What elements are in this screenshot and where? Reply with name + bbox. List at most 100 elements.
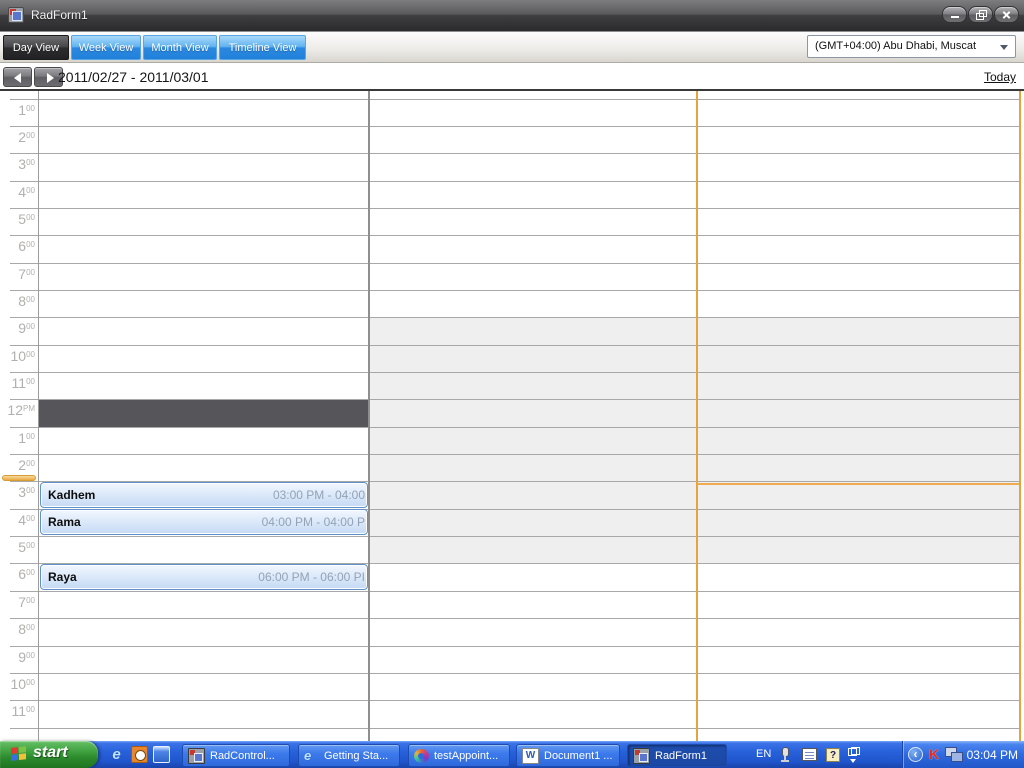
hour-label: 600 bbox=[18, 566, 35, 583]
hour-gridline bbox=[10, 344, 1019, 346]
appointment-title: Rama bbox=[48, 515, 81, 529]
taskbar-task-document1[interactable]: W Document1 ... bbox=[516, 744, 620, 767]
taskbar-clock: 03:04 PM bbox=[966, 748, 1018, 762]
quicklaunch-clock-app-icon[interactable] bbox=[131, 746, 148, 763]
form-icon bbox=[633, 747, 650, 764]
language-indicator[interactable]: EN bbox=[756, 748, 771, 760]
hide-icons-chevron[interactable]: ‹ bbox=[908, 747, 923, 762]
today-column-left-border bbox=[696, 91, 698, 741]
start-label: start bbox=[33, 744, 68, 761]
hour-gridline bbox=[10, 262, 1019, 264]
form-icon bbox=[188, 747, 205, 764]
tab-week-view[interactable]: Week View bbox=[71, 35, 141, 60]
visual-studio-icon bbox=[414, 748, 429, 763]
appointment-time: 03:00 PM - 04:00 bbox=[272, 488, 365, 502]
hour-gridline bbox=[10, 98, 1019, 100]
appointment-title: Kadhem bbox=[48, 488, 96, 502]
handwriting-pad-icon[interactable] bbox=[802, 748, 817, 761]
hour-label: 800 bbox=[18, 292, 35, 309]
hour-gridline bbox=[10, 125, 1019, 127]
hour-label: 200 bbox=[18, 128, 35, 145]
minimize-icon bbox=[951, 16, 959, 18]
offhours-shade-day2 bbox=[370, 317, 696, 563]
appointment-time: 06:00 PM - 06:00 PI bbox=[258, 570, 365, 584]
hour-gridline bbox=[10, 317, 1019, 319]
hour-label: 500 bbox=[18, 210, 35, 227]
hour-label: 600 bbox=[18, 238, 35, 255]
quicklaunch-internet-explorer-icon[interactable]: e bbox=[108, 746, 125, 763]
hour-gridline bbox=[10, 153, 1019, 155]
tab-day-view[interactable]: Day View bbox=[3, 35, 69, 60]
hour-label: 400 bbox=[18, 511, 35, 528]
kaspersky-tray-icon[interactable]: K bbox=[929, 746, 939, 762]
current-time-ruler-marker bbox=[2, 475, 36, 481]
hour-gridline bbox=[10, 618, 1019, 620]
app-window-icon bbox=[8, 7, 24, 23]
window-titlebar: RadForm1 bbox=[0, 0, 1024, 31]
appointment-rama[interactable]: Rama 04:00 PM - 04:00 P bbox=[40, 509, 368, 535]
internet-explorer-icon: e bbox=[304, 747, 312, 763]
word-document-icon: W bbox=[522, 747, 539, 764]
language-bar-restore-icon[interactable] bbox=[848, 747, 860, 763]
taskbar-task-radform1[interactable]: RadForm1 bbox=[627, 744, 727, 767]
today-column-right-border bbox=[1019, 91, 1021, 741]
chevron-down-icon bbox=[850, 759, 856, 763]
hour-gridline bbox=[10, 645, 1019, 647]
tab-timeline-view[interactable]: Timeline View bbox=[219, 35, 306, 60]
hour-label: 500 bbox=[18, 539, 35, 556]
chevron-down-icon bbox=[1000, 45, 1008, 50]
scheduler-grid[interactable]: 100 200 300 400 500 600 700 800 900 1000 1100 12PM 1… bbox=[0, 91, 1024, 741]
hour-gridline bbox=[10, 454, 1019, 456]
hour-gridline bbox=[10, 672, 1019, 674]
window-title: RadForm1 bbox=[31, 8, 88, 22]
hour-gridline bbox=[10, 289, 1019, 291]
hour-label: 800 bbox=[18, 621, 35, 638]
help-icon[interactable]: ? bbox=[826, 748, 840, 762]
taskbar-task-radcontrol[interactable]: RadControl... bbox=[182, 744, 290, 767]
windows-logo-icon bbox=[11, 746, 27, 762]
quicklaunch-window-app-icon[interactable] bbox=[153, 746, 170, 763]
hour-gridline bbox=[10, 590, 1019, 592]
hour-label: 200 bbox=[18, 457, 35, 474]
hour-gridline bbox=[10, 207, 1019, 209]
system-tray: ‹ K 03:04 PM bbox=[902, 741, 1024, 768]
taskbar-task-getting-started[interactable]: e Getting Sta... bbox=[298, 744, 400, 767]
hour-gridline bbox=[10, 536, 1019, 538]
hour-gridline bbox=[10, 180, 1019, 182]
date-range-label: 2011/02/27 - 2011/03/01 bbox=[58, 69, 209, 85]
hour-gridline bbox=[10, 727, 1019, 729]
view-toolbar: Day View Week View Month View Timeline V… bbox=[0, 31, 1024, 63]
taskbar-task-testappointment[interactable]: testAppoint... bbox=[408, 744, 510, 767]
hour-gridline bbox=[10, 235, 1019, 237]
network-tray-icon[interactable] bbox=[945, 747, 963, 762]
arrow-right-icon bbox=[47, 73, 54, 83]
appointment-raya[interactable]: Raya 06:00 PM - 06:00 PI bbox=[40, 564, 368, 590]
timezone-dropdown[interactable]: (GMT+04:00) Abu Dhabi, Muscat bbox=[807, 35, 1016, 58]
hour-gridline bbox=[10, 372, 1019, 373]
appointment-kadhem[interactable]: Kadhem 03:00 PM - 04:00 bbox=[40, 482, 368, 508]
hour-label: 700 bbox=[18, 265, 35, 282]
hour-label: 300 bbox=[18, 156, 35, 173]
selected-time-slot[interactable] bbox=[39, 400, 368, 427]
tab-month-view[interactable]: Month View bbox=[143, 35, 217, 60]
hour-label: 1000 bbox=[10, 675, 35, 692]
minimize-button[interactable] bbox=[942, 6, 967, 23]
start-button[interactable]: start bbox=[0, 741, 98, 768]
today-link[interactable]: Today bbox=[984, 70, 1016, 84]
hour-label: 700 bbox=[18, 593, 35, 610]
arrow-left-icon bbox=[14, 73, 21, 83]
hour-gridline bbox=[10, 700, 1019, 702]
taskbar: start e RadControl... e Getting Sta... t… bbox=[0, 741, 1024, 768]
current-time-line bbox=[698, 483, 1019, 485]
close-button[interactable] bbox=[994, 6, 1019, 23]
hour-label: 100 bbox=[18, 429, 35, 446]
restore-button[interactable] bbox=[968, 6, 993, 23]
microphone-icon[interactable] bbox=[781, 747, 789, 762]
hour-label: 12PM bbox=[7, 402, 35, 419]
previous-date-button[interactable] bbox=[3, 67, 32, 87]
hour-label: 1000 bbox=[10, 347, 35, 364]
offhours-shade-day3 bbox=[698, 317, 1019, 563]
day-column-separator bbox=[368, 91, 370, 741]
hour-label: 100 bbox=[18, 101, 35, 118]
hour-label: 900 bbox=[18, 648, 35, 665]
